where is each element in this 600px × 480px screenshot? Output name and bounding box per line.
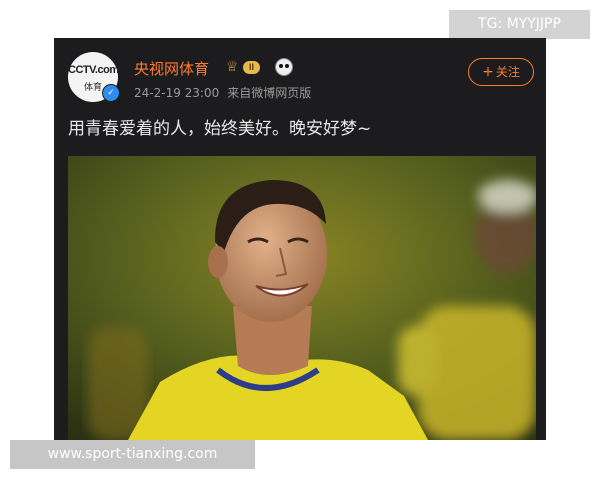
watermark-bottom: www.sport-tianxing.com <box>10 440 255 469</box>
cctv-logo: CCTV.com <box>68 64 119 76</box>
level-badge: II <box>243 61 261 74</box>
post-source: 来自微博网页版 <box>227 86 312 100</box>
post-meta: 24-2-19 23:00 来自微博网页版 <box>134 84 311 101</box>
weibo-post-card: CCTV.com 体育 ✓ 央视网体育 ♕ II 24-2-19 23:00 来自… <box>54 38 546 440</box>
verified-check-icon: ✓ <box>102 84 120 102</box>
post-timestamp: 24-2-19 23:00 <box>134 86 220 100</box>
follow-button[interactable]: + 关注 <box>468 58 534 86</box>
football-player-illustration <box>68 156 536 440</box>
crown-icon: ♕ <box>226 59 239 75</box>
post-image[interactable] <box>68 156 536 440</box>
plus-icon: + <box>482 64 494 80</box>
watermark-top: TG: MYYJJPP <box>449 10 590 39</box>
username[interactable]: 央视网体育 <box>134 58 209 79</box>
post-text: 用青春爱着的人，始终美好。晚安好梦~ <box>68 119 372 139</box>
follow-label: 关注 <box>495 65 520 79</box>
panda-icon <box>275 58 293 76</box>
